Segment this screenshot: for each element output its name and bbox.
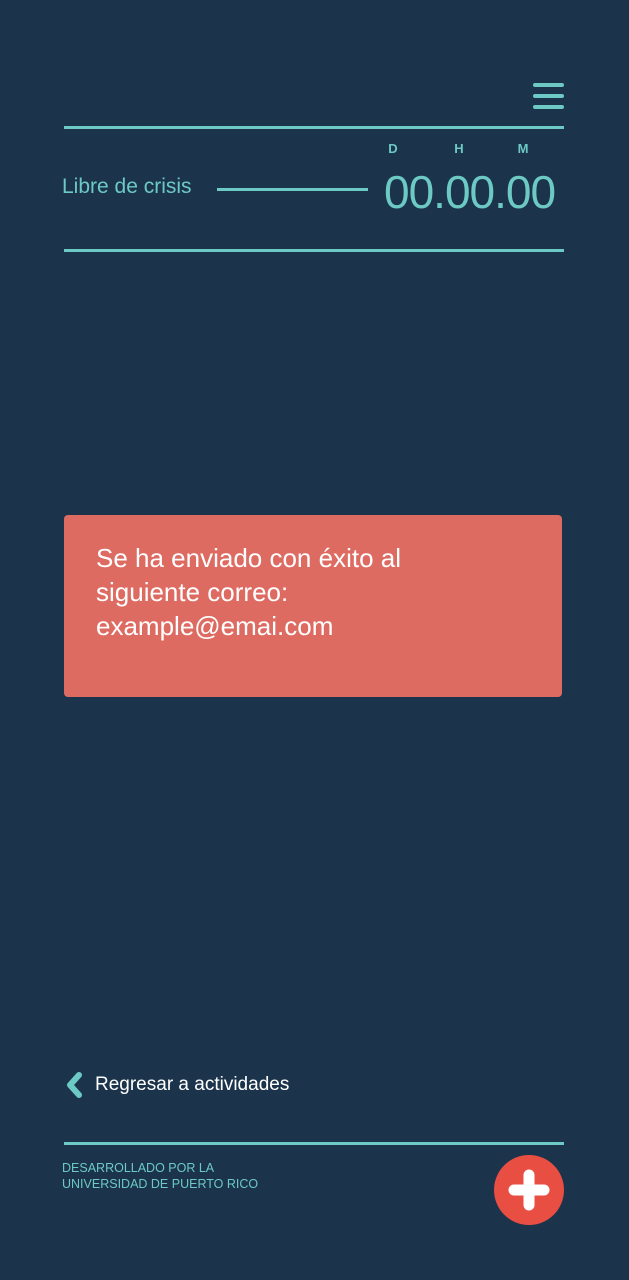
menu-bar [533, 105, 564, 109]
developer-credits: DESARROLLADO POR LA UNIVERSIDAD DE PUERT… [62, 1160, 258, 1192]
timer-unit-hours: H [454, 141, 464, 156]
plus-icon [508, 1169, 550, 1211]
menu-bar [533, 94, 564, 98]
toast-email: example@emai.com [96, 611, 334, 641]
back-to-activities-link[interactable]: Regresar a actividades [64, 1070, 289, 1100]
timer-unit-days: D [388, 141, 398, 156]
menu-bar [533, 83, 564, 87]
toast-message-line2: siguiente correo: [96, 577, 289, 607]
crisis-free-label: Libre de crisis [62, 175, 192, 198]
hamburger-menu-icon[interactable] [533, 82, 564, 110]
timer-divider [64, 249, 564, 252]
back-link-label: Regresar a actividades [95, 1074, 290, 1095]
add-button[interactable] [494, 1155, 564, 1225]
crisis-free-timer: 00.00.00 [384, 166, 556, 218]
crisis-label-line [217, 188, 368, 191]
header-divider [64, 126, 564, 129]
chevron-left-icon [64, 1072, 86, 1098]
success-toast: Se ha enviado con éxito al siguiente cor… [64, 515, 562, 697]
credit-line-2: UNIVERSIDAD DE PUERTO RICO [62, 1177, 259, 1191]
toast-message-line1: Se ha enviado con éxito al [96, 543, 401, 573]
footer-divider [64, 1142, 564, 1145]
timer-unit-minutes: M [517, 141, 529, 156]
credit-line-1: DESARROLLADO POR LA [62, 1161, 215, 1175]
toast-message: Se ha enviado con éxito al siguiente cor… [96, 541, 530, 643]
